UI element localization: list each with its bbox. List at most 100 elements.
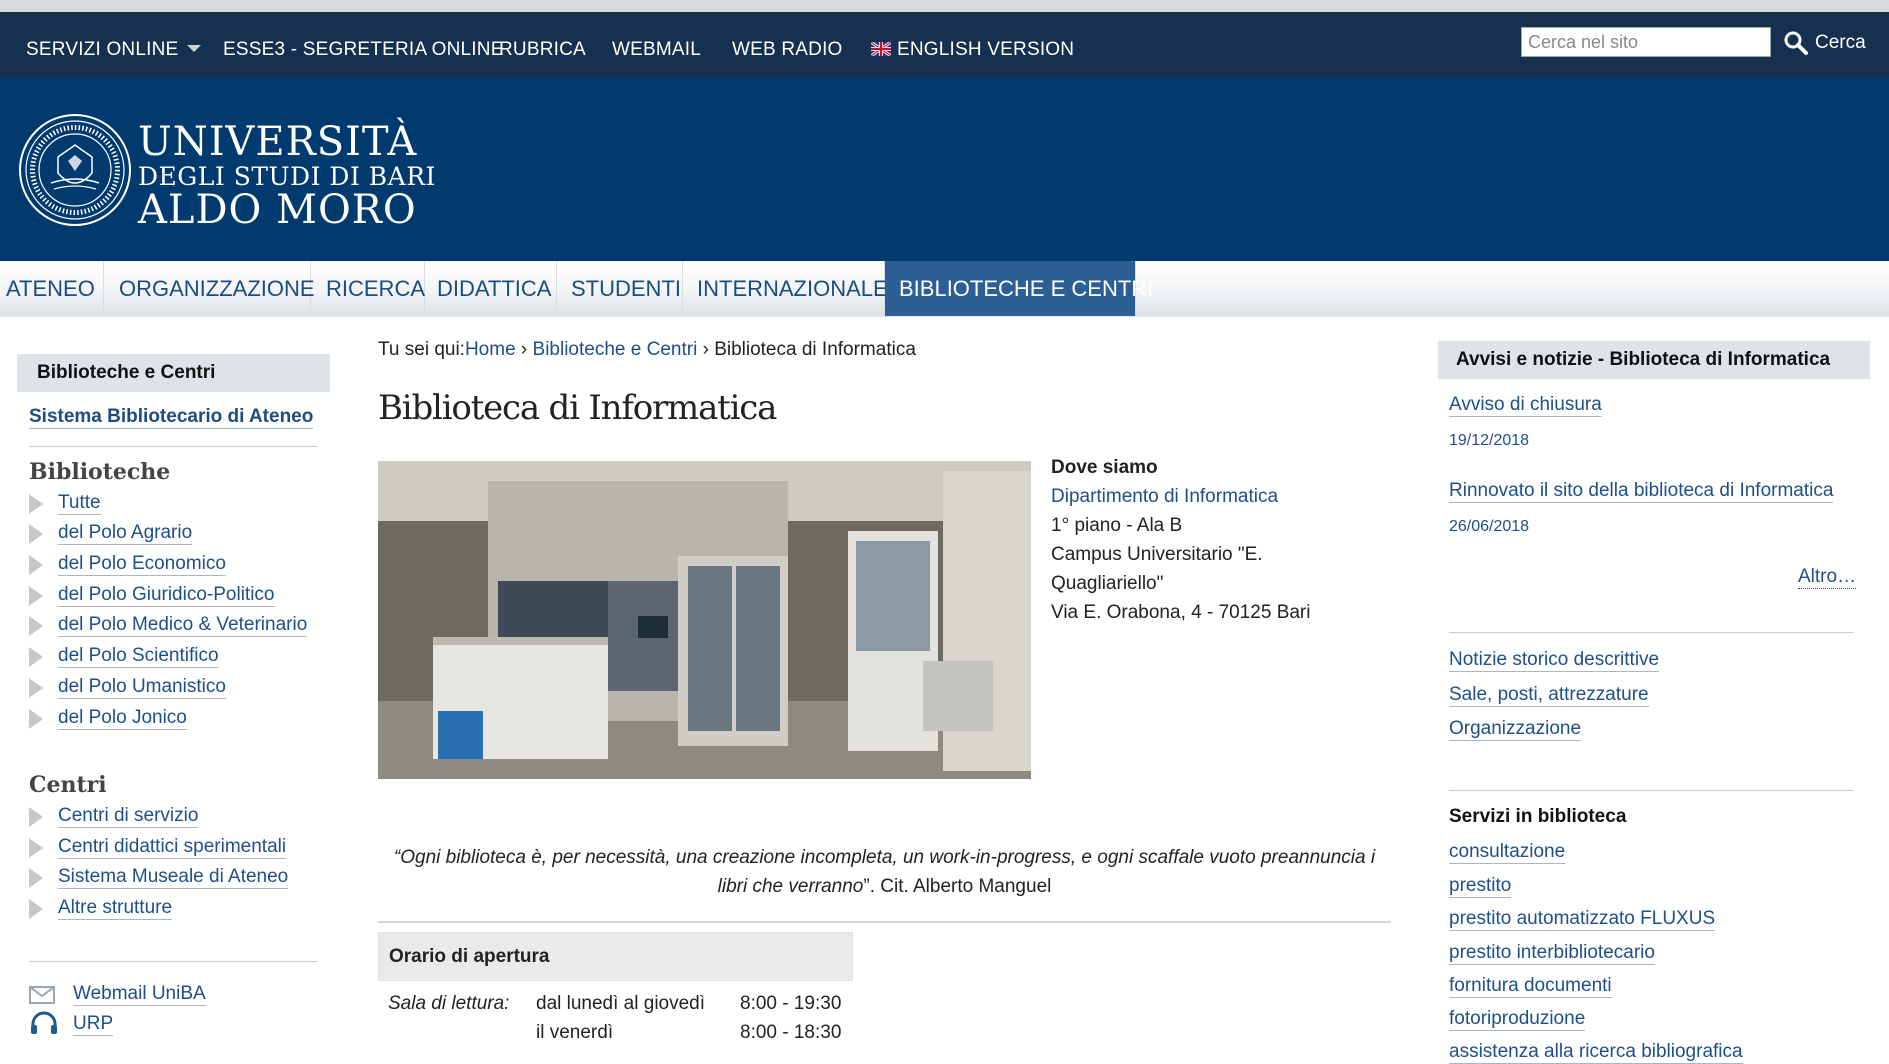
triangle-bullet-icon xyxy=(29,615,43,636)
triangle-bullet-icon xyxy=(29,708,43,729)
university-seal-logo[interactable] xyxy=(18,113,132,227)
sidebar-item-centri-di-servizio[interactable]: Centri di servizio xyxy=(29,805,199,828)
sidebar-item-tutte[interactable]: Tutte xyxy=(29,492,101,515)
top-strip xyxy=(0,0,1889,12)
servizio-assistenza-ricerca[interactable]: assistenza alla ricerca bibliografica xyxy=(1449,1040,1743,1064)
sidebar-item-label: Centri didattici sperimentali xyxy=(58,836,287,859)
opening-hours-title: Orario di apertura xyxy=(378,932,853,981)
nav-organizzazione[interactable]: ORGANIZZAZIONE xyxy=(104,261,315,316)
hours-mon-thu: 8:00 - 19:30 xyxy=(740,993,842,1014)
content-divider xyxy=(378,921,1391,923)
servizio-prestito-fluxus[interactable]: prestito automatizzato FLUXUS xyxy=(1449,907,1716,931)
sidebar-item-polo-umanistico[interactable]: del Polo Umanistico xyxy=(29,676,226,699)
nav-biblioteche-e-centri[interactable]: BIBLIOTECHE E CENTRI xyxy=(885,261,1153,316)
news-item-avviso-chiusura[interactable]: Avviso di chiusura xyxy=(1449,393,1602,417)
altro-link[interactable]: Altro… xyxy=(1798,566,1857,589)
sidebar-item-label: del Polo Jonico xyxy=(58,707,187,730)
library-photo xyxy=(378,461,1031,779)
triangle-bullet-icon xyxy=(29,867,43,888)
sidebar-item-label: Altre strutture xyxy=(58,897,173,920)
triangle-bullet-icon xyxy=(29,837,43,858)
news-date: 19/12/2018 xyxy=(1449,432,1530,449)
sidebar-item-altre-strutture[interactable]: Altre strutture xyxy=(29,897,173,920)
sidebar-item-polo-giuridico-politico[interactable]: del Polo Giuridico-Politico xyxy=(29,584,275,607)
reading-room-label: Sala di lettura: xyxy=(388,993,510,1014)
triangle-bullet-icon xyxy=(29,898,43,919)
sba-link[interactable]: Sistema Bibliotecario di Ateneo xyxy=(29,406,314,429)
sidebar-item-label: Tutte xyxy=(58,492,101,515)
brand-line-3: ALDO MORO xyxy=(138,187,417,233)
breadcrumb-separator: › xyxy=(520,339,528,360)
biblioteche-heading: Biblioteche xyxy=(29,459,171,485)
brand-line-1: UNIVERSITÀ xyxy=(138,119,418,165)
servizio-fornitura-documenti[interactable]: fornitura documenti xyxy=(1449,974,1612,998)
servizio-prestito[interactable]: prestito xyxy=(1449,874,1512,898)
manguel-quote: “Ogni biblioteca è, per necessità, una c… xyxy=(378,843,1391,901)
sidebar-item-label: del Polo Agrario xyxy=(58,522,193,545)
servizio-fotoriproduzione[interactable]: fotoriproduzione xyxy=(1449,1007,1586,1031)
uk-flag-icon xyxy=(871,42,891,56)
days-friday: il venerdì xyxy=(536,1022,614,1043)
location-info: Dove siamo Dipartimento di Informatica 1… xyxy=(1051,453,1341,627)
breadcrumb-home[interactable]: Home xyxy=(465,339,516,360)
sidebar-item-polo-economico[interactable]: del Polo Economico xyxy=(29,553,226,576)
triangle-bullet-icon xyxy=(29,806,43,827)
sidebar-item-label: del Polo Economico xyxy=(58,553,226,576)
search-button-label: Cerca xyxy=(1815,32,1866,53)
envelope-icon xyxy=(29,985,55,1004)
search-button[interactable]: Cerca xyxy=(1783,28,1866,58)
organizzazione-link[interactable]: Organizzazione xyxy=(1449,717,1582,741)
webmail-link[interactable]: WEBMAIL xyxy=(612,39,701,61)
table-row: Sala di lettura: dal lunedì al giovedì 8… xyxy=(378,981,853,1043)
sidebar-item-polo-medico-veterinario[interactable]: del Polo Medico & Veterinario xyxy=(29,614,308,637)
rubrica-link[interactable]: RUBRICA xyxy=(499,39,586,61)
headset-icon xyxy=(31,1011,57,1034)
quote-attribution: ”. Cit. Alberto Manguel xyxy=(863,876,1052,897)
breadcrumb-biblioteche-e-centri[interactable]: Biblioteche e Centri xyxy=(533,339,698,360)
news-item-rinnovato-sito[interactable]: Rinnovato il sito della biblioteca di In… xyxy=(1449,479,1834,503)
sidebar-item-polo-jonico[interactable]: del Polo Jonico xyxy=(29,707,187,730)
nav-ateneo[interactable]: ATENEO xyxy=(0,261,104,316)
search-input[interactable] xyxy=(1521,27,1771,57)
breadcrumb-separator: › xyxy=(702,339,709,360)
english-version-link[interactable]: ENGLISH VERSION xyxy=(871,39,1074,61)
breadcrumb-prefix: Tu sei qui: xyxy=(378,339,465,360)
sidebar-item-label: del Polo Medico & Veterinario xyxy=(58,614,308,637)
news-header: Avvisi e notizie - Biblioteca di Informa… xyxy=(1438,341,1870,379)
news-date: 26/06/2018 xyxy=(1449,518,1530,535)
notizie-storico-link[interactable]: Notizie storico descrittive xyxy=(1449,648,1660,672)
dipartimento-informatica-link[interactable]: Dipartimento di Informatica xyxy=(1051,486,1278,507)
sidebar-item-polo-agrario[interactable]: del Polo Agrario xyxy=(29,522,193,545)
urp-link[interactable]: URP xyxy=(29,1011,114,1037)
sidebar-item-label: Sistema Museale di Ateneo xyxy=(58,866,289,889)
sidebar-item-centri-didattici[interactable]: Centri didattici sperimentali xyxy=(29,836,287,859)
university-wordmark[interactable]: UNIVERSITÀ DEGLI STUDI DI BARI ALDO MORO xyxy=(138,122,436,230)
triangle-bullet-icon xyxy=(29,677,43,698)
nav-didattica[interactable]: DIDATTICA xyxy=(425,261,557,316)
esse3-link[interactable]: ESSE3 - SEGRETERIA ONLINE xyxy=(223,39,504,61)
web-radio-link[interactable]: WEB RADIO xyxy=(732,39,843,61)
location-floor: 1° piano - Ala B xyxy=(1051,515,1183,536)
servizio-prestito-interbibliotecario[interactable]: prestito interbibliotecario xyxy=(1449,941,1655,965)
sidebar-item-label: del Polo Scientifico xyxy=(58,645,219,668)
urp-label: URP xyxy=(73,1012,114,1036)
nav-studenti[interactable]: STUDENTI xyxy=(557,261,683,316)
location-campus: Campus Universitario "E. Quagliariello" xyxy=(1051,544,1263,594)
right-divider xyxy=(1449,790,1853,791)
days-mon-thu: dal lunedì al giovedì xyxy=(536,993,706,1014)
sidebar-item-polo-scientifico[interactable]: del Polo Scientifico xyxy=(29,645,219,668)
sidebar-item-sistema-museale[interactable]: Sistema Museale di Ateneo xyxy=(29,866,289,889)
hours-friday: 8:00 - 18:30 xyxy=(740,1022,842,1043)
servizi-online-menu[interactable]: SERVIZI ONLINE xyxy=(26,39,202,61)
location-title: Dove siamo xyxy=(1051,457,1158,478)
english-version-label: ENGLISH VERSION xyxy=(897,39,1075,60)
sidebar-item-label: del Polo Umanistico xyxy=(58,676,226,699)
servizio-consultazione[interactable]: consultazione xyxy=(1449,840,1566,864)
servizi-online-label: SERVIZI ONLINE xyxy=(26,39,179,60)
nav-internazionale[interactable]: INTERNAZIONALE xyxy=(683,261,888,316)
servizi-heading: Servizi in biblioteca xyxy=(1449,806,1627,827)
nav-ricerca[interactable]: RICERCA xyxy=(311,261,425,316)
webmail-uniba-link[interactable]: Webmail UniBA xyxy=(29,983,206,1006)
sale-posti-link[interactable]: Sale, posti, attrezzature xyxy=(1449,683,1649,707)
sidebar-divider xyxy=(29,446,317,447)
